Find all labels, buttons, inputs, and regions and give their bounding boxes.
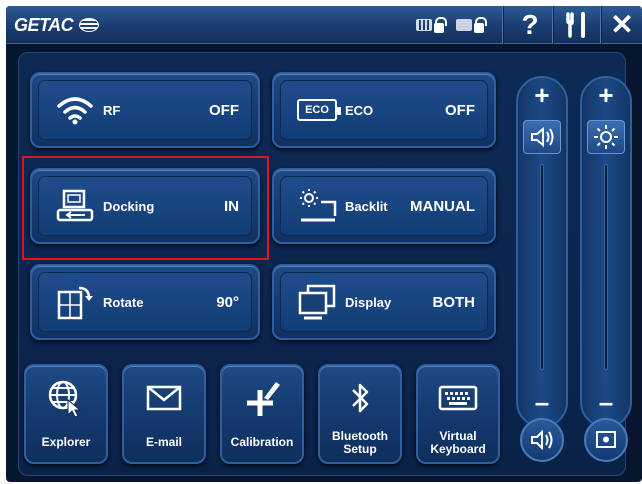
separator — [502, 6, 504, 44]
getac-logo: GETAC — [14, 13, 100, 37]
rotate-icon — [53, 282, 97, 322]
rf-value: OFF — [209, 101, 239, 119]
explorer-button[interactable]: Explorer — [24, 364, 108, 464]
speaker-icon — [531, 430, 553, 450]
volume-slider[interactable]: + – — [516, 76, 568, 428]
eco-battery-icon: ECO — [295, 90, 341, 130]
keyboard-icon — [418, 378, 498, 418]
email-button[interactable]: E-mail — [122, 364, 206, 464]
settings-button[interactable] — [558, 6, 598, 44]
brightness-down-button[interactable]: – — [582, 387, 630, 418]
eco-icon-text: ECO — [305, 104, 329, 116]
rotate-label: Rotate — [103, 294, 144, 310]
touchpad-lock-icon[interactable] — [456, 16, 488, 34]
screen-sun-icon — [596, 431, 616, 448]
calibration-label: Calibration — [230, 435, 294, 449]
brightness-up-button[interactable]: + — [582, 80, 630, 111]
envelope-icon — [124, 378, 204, 418]
backlit-label: Backlit — [345, 198, 388, 214]
backlit-keyboard-icon — [295, 186, 339, 226]
docking-highlight — [22, 156, 269, 260]
rotate-value: 90° — [216, 293, 239, 311]
eco-value: OFF — [445, 101, 475, 119]
brightness-slider[interactable]: + – — [580, 76, 632, 428]
rf-tile[interactable]: RF OFF — [30, 72, 260, 148]
bluetooth-button[interactable]: Bluetooth Setup — [318, 364, 402, 464]
tools-icon — [566, 12, 585, 38]
screen-brightness-button[interactable] — [584, 418, 628, 462]
display-value: BOTH — [432, 293, 476, 311]
help-button[interactable]: ? — [510, 6, 550, 44]
backlit-tile[interactable]: Backlit MANUAL — [272, 168, 496, 244]
globe-cursor-icon — [26, 378, 106, 418]
display-tile[interactable]: Display BOTH — [272, 264, 496, 340]
eco-label: ECO — [345, 102, 374, 118]
volume-up-button[interactable]: + — [518, 80, 566, 111]
separator — [552, 6, 554, 44]
calibration-button[interactable]: Calibration — [220, 364, 304, 464]
volume-down-button[interactable]: – — [518, 387, 566, 418]
explorer-label: Explorer — [41, 435, 91, 449]
utility-window: GETAC ? ✕ RF OFF ECO ECO OFF Docking IN … — [6, 6, 642, 482]
virtual-keyboard-label: Virtual Keyboard — [430, 429, 486, 456]
bluetooth-icon — [320, 378, 400, 418]
eco-tile[interactable]: ECO ECO OFF — [272, 72, 496, 148]
virtual-keyboard-button[interactable]: Virtual Keyboard — [416, 364, 500, 464]
volume-icon — [523, 120, 561, 154]
volume-track[interactable] — [540, 164, 544, 370]
sun-icon — [587, 120, 625, 154]
brightness-track[interactable] — [604, 164, 608, 370]
mute-button[interactable] — [520, 418, 564, 462]
wifi-icon — [53, 90, 97, 130]
keyboard-lock-icon[interactable] — [416, 16, 448, 34]
email-label: E-mail — [145, 435, 182, 449]
logo-text: GETAC — [14, 14, 74, 35]
bluetooth-label: Bluetooth Setup — [332, 429, 388, 456]
rotate-tile[interactable]: Rotate 90° — [30, 264, 260, 340]
close-button[interactable]: ✕ — [602, 6, 642, 44]
title-bar: GETAC ? ✕ — [6, 6, 642, 44]
crosshair-pen-icon — [222, 378, 302, 418]
backlit-value: MANUAL — [410, 197, 475, 215]
display-label: Display — [345, 294, 392, 310]
rf-label: RF — [103, 102, 121, 118]
dual-monitor-icon — [295, 282, 339, 322]
logo-mark-icon — [79, 18, 100, 32]
